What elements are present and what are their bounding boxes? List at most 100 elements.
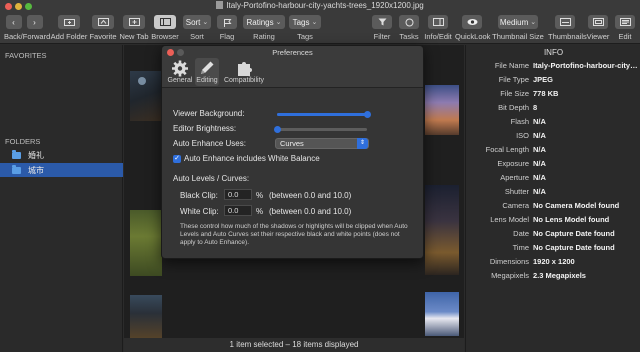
filter-tool[interactable]: Filter bbox=[370, 15, 394, 41]
info-value: No Camera Model found bbox=[533, 201, 620, 210]
preferences-toolbar: Preferences General Editing Compatibilit… bbox=[162, 46, 423, 88]
info-key: Megapixels bbox=[491, 271, 529, 280]
flag-button[interactable] bbox=[217, 15, 237, 29]
rating-tool[interactable]: Ratings ⌄ Rating bbox=[243, 15, 285, 41]
quicklook-label: QuickLook bbox=[455, 32, 491, 41]
auto-enhance-value: Curves bbox=[280, 139, 304, 148]
thumbnail-size-value: Medium bbox=[499, 17, 529, 27]
info-panel: INFO File Name Italy-Portofino-harbour-ci… bbox=[465, 45, 640, 352]
viewer-tool[interactable]: Viewer bbox=[585, 15, 611, 41]
white-clip-input[interactable]: 0.0 bbox=[224, 205, 252, 216]
tasks-icon bbox=[405, 18, 413, 26]
tags-dropdown[interactable]: Tags ⌄ bbox=[289, 15, 321, 29]
moon-shape bbox=[138, 77, 146, 85]
info-value: N/A bbox=[533, 145, 546, 154]
thumbnail-size-tool[interactable]: Medium ⌄ Thumbnail Size bbox=[492, 15, 544, 41]
black-clip-label: Black Clip: bbox=[180, 191, 218, 200]
photo-thumbnail[interactable] bbox=[425, 85, 459, 135]
chevron-down-icon: ⌄ bbox=[275, 19, 282, 26]
info-value: N/A bbox=[533, 173, 546, 182]
quicklook-button[interactable] bbox=[462, 15, 482, 29]
info-edit-tool[interactable]: Info/Edit bbox=[424, 15, 452, 41]
editor-brightness-knob[interactable] bbox=[273, 126, 281, 133]
sidebar-folder-item-selected[interactable]: 城市 bbox=[0, 163, 123, 177]
levels-header: Auto Levels / Curves: bbox=[173, 174, 250, 183]
edit-button[interactable] bbox=[615, 15, 635, 29]
window-title: Italy-Portofino-harbour-city-yachts-tree… bbox=[0, 1, 640, 10]
chevron-down-icon: ⌄ bbox=[311, 19, 318, 26]
tags-tool[interactable]: Tags ⌄ Tags bbox=[289, 15, 321, 41]
info-value: N/A bbox=[533, 187, 546, 196]
tasks-tool[interactable]: Tasks bbox=[397, 15, 421, 41]
photo-thumbnail[interactable] bbox=[425, 292, 459, 336]
add-folder-tool[interactable]: Add Folder bbox=[50, 15, 88, 41]
new-tab-tool[interactable]: New Tab bbox=[119, 15, 149, 41]
photo-thumbnail[interactable] bbox=[130, 71, 162, 121]
forward-button[interactable]: › bbox=[26, 15, 43, 29]
photo-thumbnail[interactable] bbox=[425, 185, 459, 275]
favorite-folder-icon bbox=[97, 18, 109, 26]
tasks-button[interactable] bbox=[399, 15, 419, 29]
rating-label: Rating bbox=[253, 32, 275, 41]
info-edit-button[interactable] bbox=[428, 15, 448, 29]
thumbnails-label: Thumbnails bbox=[548, 32, 587, 41]
info-value: No Capture Date found bbox=[533, 229, 615, 238]
new-tab-button[interactable] bbox=[123, 15, 145, 29]
flag-label: Flag bbox=[219, 32, 235, 41]
white-balance-checkbox[interactable]: ✓ bbox=[173, 155, 181, 163]
tab-compatibility[interactable]: Compatibility bbox=[222, 58, 266, 86]
add-folder-button[interactable] bbox=[58, 15, 80, 29]
photo-thumbnail[interactable] bbox=[130, 295, 162, 341]
sort-tool[interactable]: Sort ⌄ Sort bbox=[182, 15, 212, 41]
ratings-dropdown[interactable]: Ratings ⌄ bbox=[243, 15, 285, 29]
editor-brightness-slider[interactable] bbox=[273, 126, 367, 133]
tab-editing[interactable]: Editing bbox=[195, 58, 219, 86]
favorite-tool[interactable]: Favorite bbox=[88, 15, 118, 41]
tab-compatibility-label: Compatibility bbox=[223, 77, 265, 84]
puzzle-icon bbox=[238, 62, 252, 76]
info-key: File Name bbox=[494, 61, 529, 70]
sidebar-folder-item[interactable]: 婚礼 bbox=[0, 148, 123, 162]
info-row: Flash N/A bbox=[466, 117, 640, 127]
tags-value: Tags bbox=[292, 17, 310, 27]
info-row: File Size 778 KB bbox=[466, 89, 640, 99]
viewer-background-slider[interactable] bbox=[277, 111, 371, 118]
thumbnails-tool[interactable]: Thumbnails bbox=[548, 15, 587, 41]
chevron-right-icon: › bbox=[33, 17, 36, 27]
info-row: Bit Depth 8 bbox=[466, 103, 640, 113]
browser-tool[interactable]: Browser bbox=[150, 15, 180, 41]
filter-button[interactable] bbox=[372, 15, 392, 29]
quicklook-tool[interactable]: QuickLook bbox=[455, 15, 491, 41]
folder-icon bbox=[12, 149, 21, 159]
back-button[interactable]: ‹ bbox=[5, 15, 22, 29]
thumbnails-button[interactable] bbox=[555, 15, 575, 29]
white-balance-label: Auto Enhance includes White Balance bbox=[184, 154, 320, 163]
filter-icon bbox=[378, 18, 386, 26]
black-clip-input[interactable]: 0.0 bbox=[224, 189, 252, 200]
info-value: No Capture Date found bbox=[533, 243, 615, 252]
thumbnail-size-dropdown[interactable]: Medium ⌄ bbox=[498, 15, 538, 29]
info-key: File Type bbox=[498, 75, 529, 84]
folder-label: 城市 bbox=[28, 165, 44, 175]
flag-tool[interactable]: Flag bbox=[214, 15, 240, 41]
sort-label: Sort bbox=[190, 32, 204, 41]
browser-button[interactable] bbox=[154, 15, 176, 29]
sort-dropdown[interactable]: Sort ⌄ bbox=[183, 15, 211, 29]
viewer-background-knob[interactable] bbox=[363, 111, 371, 118]
edit-tool[interactable]: Edit bbox=[613, 15, 637, 41]
info-value: N/A bbox=[533, 131, 546, 140]
browser-icon bbox=[159, 18, 171, 26]
favorite-button[interactable] bbox=[92, 15, 114, 29]
edit-icon bbox=[619, 18, 631, 26]
info-key: ISO bbox=[516, 131, 529, 140]
info-row: Date No Capture Date found bbox=[466, 229, 640, 239]
auto-enhance-select[interactable]: Curves ⇕ bbox=[275, 138, 369, 149]
black-clip-percent: % bbox=[256, 191, 264, 200]
viewer-button[interactable] bbox=[588, 15, 608, 29]
info-value: 778 KB bbox=[533, 89, 559, 98]
white-clip-percent: % bbox=[256, 207, 264, 216]
sidebar: FAVORITES FOLDERS 婚礼 城市 bbox=[0, 45, 123, 352]
info-key: Lens Model bbox=[490, 215, 529, 224]
photo-thumbnail[interactable] bbox=[130, 210, 162, 276]
tab-general[interactable]: General bbox=[166, 58, 194, 86]
